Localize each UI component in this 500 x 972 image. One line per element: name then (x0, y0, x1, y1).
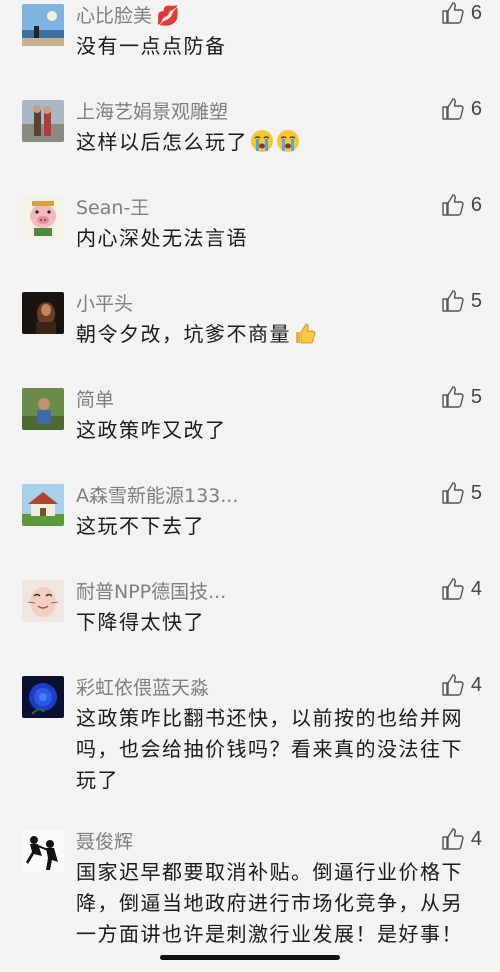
thumbs-up-icon (442, 482, 464, 504)
like-button[interactable]: 4 (441, 826, 482, 852)
comment-text: 内心深处无法言语 (76, 226, 248, 250)
like-count: 6 (470, 97, 482, 120)
comment-text: 没有一点点防备 (76, 34, 227, 58)
like-count: 6 (470, 1, 482, 24)
nickname[interactable]: 彩虹依偎蓝天淼 (76, 676, 209, 700)
avatar[interactable] (22, 4, 64, 46)
nickname[interactable]: 心比脸美 💋 (76, 4, 180, 28)
thumbs-up-icon (442, 290, 464, 312)
thumbs-up-icon (442, 98, 464, 120)
like-button[interactable]: 5 (441, 288, 482, 314)
nickname[interactable]: A森雪新能源133... (76, 484, 238, 508)
comment-text: 这玩不下去了 (76, 514, 205, 538)
comment-text: 这样以后怎么玩了 (76, 127, 472, 158)
like-count: 5 (470, 289, 482, 312)
avatar[interactable] (22, 196, 64, 238)
comment-text: 国家迟早都要取消补贴。倒逼行业价格下降，倒逼当地政府进行市场化竞争，从另一方面讲… (76, 860, 463, 946)
like-button[interactable]: 4 (441, 672, 482, 698)
avatar[interactable] (22, 580, 64, 622)
avatar[interactable] (22, 388, 64, 430)
nickname[interactable]: Sean-王 (76, 196, 149, 220)
like-button[interactable]: 5 (441, 480, 482, 506)
nickname[interactable]: 简单 (76, 388, 114, 412)
like-count: 4 (470, 827, 482, 850)
nickname[interactable]: 小平头 (76, 292, 133, 316)
crying-face-icon (277, 130, 299, 152)
like-count: 6 (470, 193, 482, 216)
thumbs-up-icon (442, 578, 464, 600)
home-indicator[interactable] (160, 955, 340, 960)
thumbs-up-icon (442, 674, 464, 696)
like-count: 4 (470, 577, 482, 600)
nickname[interactable]: 耐普NPP德国技... (76, 580, 226, 604)
like-button[interactable]: 6 (441, 0, 482, 26)
like-count: 5 (470, 385, 482, 408)
crying-face-icon (251, 130, 273, 152)
avatar[interactable] (22, 676, 64, 718)
comment-text: 这政策咋比翻书还快，以前按的也给并网吗，也会给抽价钱吗？看来真的没法往下玩了 (76, 706, 463, 792)
like-button[interactable]: 6 (441, 96, 482, 122)
like-button[interactable]: 5 (441, 384, 482, 410)
thumbs-up-emoji-icon (296, 323, 316, 344)
thumbs-up-icon (442, 386, 464, 408)
nickname[interactable]: 上海艺娟景观雕塑 (76, 100, 228, 124)
comment-text: 这政策咋又改了 (76, 418, 227, 442)
like-count: 5 (470, 481, 482, 504)
avatar[interactable] (22, 292, 64, 334)
avatar[interactable] (22, 830, 64, 872)
like-button[interactable]: 6 (441, 192, 482, 218)
like-count: 4 (470, 673, 482, 696)
comment-text: 下降得太快了 (76, 610, 205, 634)
thumbs-up-icon (442, 828, 464, 850)
thumbs-up-icon (442, 2, 464, 24)
avatar[interactable] (22, 484, 64, 526)
nickname[interactable]: 聂俊辉 (76, 830, 133, 854)
like-button[interactable]: 4 (441, 576, 482, 602)
lips-icon: 💋 (156, 5, 180, 27)
thumbs-up-icon (442, 194, 464, 216)
avatar[interactable] (22, 100, 64, 142)
comment-text: 朝令夕改，坑爹不商量 (76, 319, 472, 350)
